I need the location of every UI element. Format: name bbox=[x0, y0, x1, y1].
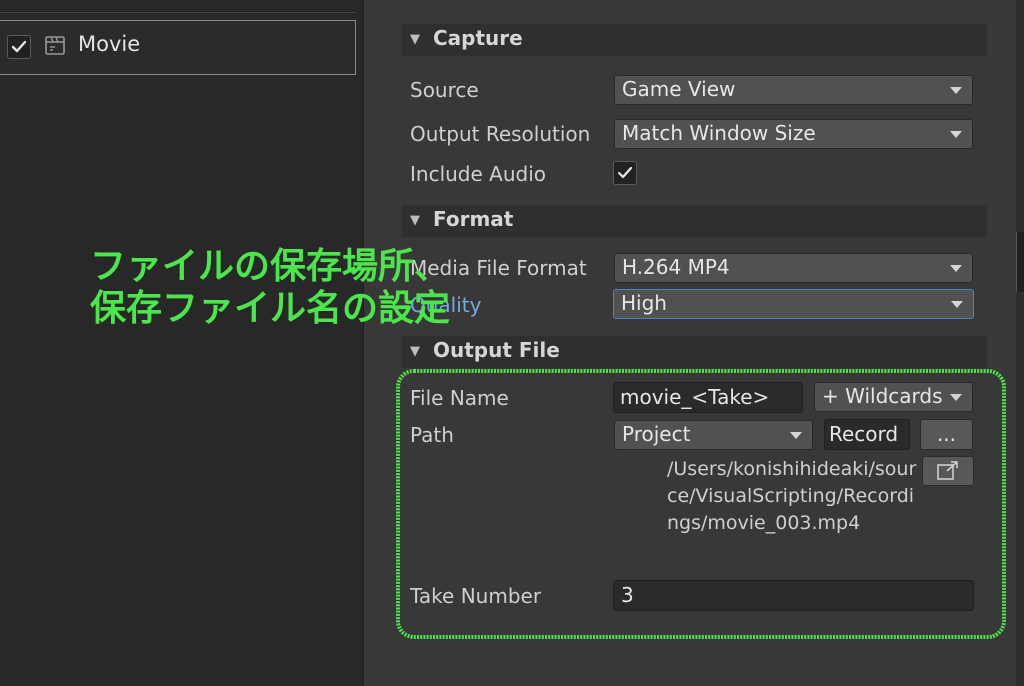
section-output-file-header[interactable]: ▼ Output File bbox=[402, 336, 987, 368]
foldout-triangle-icon: ▼ bbox=[410, 344, 420, 359]
scrollbar-handle[interactable] bbox=[1016, 232, 1024, 292]
browse-path-button[interactable]: ... bbox=[920, 419, 973, 450]
media-file-format-dropdown[interactable]: H.264 MP4 bbox=[614, 253, 973, 283]
dropdown-arrow-icon bbox=[950, 131, 962, 138]
recorder-list-panel: Movie bbox=[0, 0, 364, 686]
dropdown-arrow-icon bbox=[950, 265, 962, 272]
section-title: Format bbox=[433, 207, 514, 231]
file-name-label: File Name bbox=[410, 386, 509, 410]
path-root-value: Project bbox=[622, 422, 691, 446]
file-name-value: movie_<Take> bbox=[620, 385, 770, 409]
open-external-icon bbox=[937, 461, 958, 480]
include-audio-label: Include Audio bbox=[410, 162, 547, 186]
dropdown-arrow-icon bbox=[790, 432, 802, 439]
window-edge bbox=[1016, 0, 1024, 686]
path-folder-input[interactable]: Record bbox=[824, 419, 910, 450]
section-format-header[interactable]: ▼ Format bbox=[402, 205, 987, 237]
dropdown-arrow-icon bbox=[950, 87, 962, 94]
source-label: Source bbox=[410, 78, 479, 102]
output-resolution-dropdown[interactable]: Match Window Size bbox=[614, 119, 973, 149]
browse-label: ... bbox=[936, 422, 957, 446]
checkmark-icon bbox=[617, 166, 633, 179]
quality-value: High bbox=[621, 291, 667, 315]
media-file-format-value: H.264 MP4 bbox=[622, 255, 730, 279]
output-resolution-label: Output Resolution bbox=[410, 122, 591, 146]
list-divider bbox=[0, 12, 356, 13]
annotation-callout: ファイルの保存場所、 保存ファイル名の設定 bbox=[90, 246, 450, 330]
section-title: Capture bbox=[433, 26, 523, 50]
foldout-triangle-icon: ▼ bbox=[410, 32, 420, 47]
source-dropdown[interactable]: Game View bbox=[614, 75, 973, 105]
take-number-value: 3 bbox=[621, 583, 634, 607]
take-number-input[interactable]: 3 bbox=[613, 580, 974, 611]
dropdown-arrow-icon bbox=[950, 394, 962, 401]
annotation-line-1: ファイルの保存場所、 bbox=[90, 246, 451, 287]
annotation-line-2: 保存ファイル名の設定 bbox=[90, 288, 451, 329]
recorder-item-movie[interactable]: Movie bbox=[0, 20, 356, 75]
include-audio-checkbox[interactable] bbox=[613, 161, 637, 185]
resolved-path-text: /Users/konishihideaki/source/VisualScrip… bbox=[667, 458, 917, 534]
open-folder-button[interactable] bbox=[922, 456, 974, 486]
dropdown-arrow-icon bbox=[951, 301, 963, 308]
wildcards-label: + Wildcards bbox=[822, 384, 943, 408]
take-number-label: Take Number bbox=[410, 584, 542, 608]
output-resolution-value: Match Window Size bbox=[622, 121, 816, 145]
checkmark-icon bbox=[11, 40, 27, 53]
movie-clapper-icon bbox=[45, 36, 65, 55]
file-name-input[interactable]: movie_<Take> bbox=[613, 382, 803, 413]
recorder-enabled-checkbox[interactable] bbox=[7, 35, 31, 59]
quality-dropdown[interactable]: High bbox=[613, 289, 974, 319]
source-value: Game View bbox=[622, 77, 736, 101]
path-root-dropdown[interactable]: Project bbox=[614, 420, 813, 450]
section-capture-header[interactable]: ▼ Capture bbox=[402, 24, 987, 56]
foldout-triangle-icon: ▼ bbox=[410, 213, 420, 228]
path-label: Path bbox=[410, 423, 454, 447]
wildcards-dropdown[interactable]: + Wildcards bbox=[814, 382, 973, 412]
path-folder-value: Record bbox=[829, 422, 899, 446]
section-title: Output File bbox=[433, 338, 560, 362]
recorder-item-label: Movie bbox=[78, 32, 141, 56]
